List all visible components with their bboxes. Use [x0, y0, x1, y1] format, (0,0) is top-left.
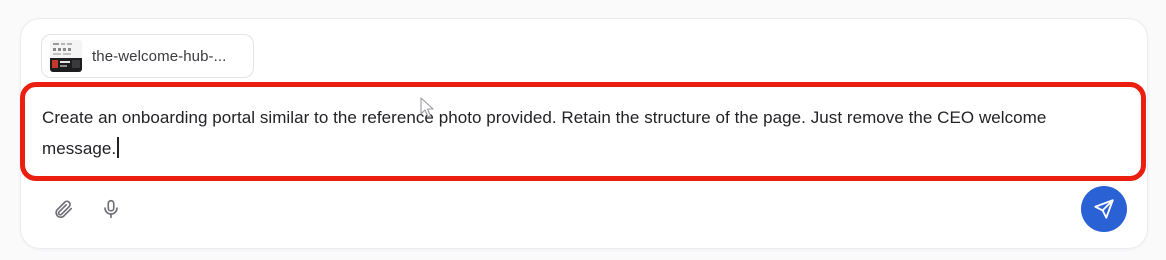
send-icon	[1094, 199, 1114, 219]
attachment-filename: the-welcome-hub-...	[92, 47, 227, 65]
attachment-thumbnail	[50, 40, 82, 72]
microphone-button[interactable]	[98, 196, 124, 222]
attach-button[interactable]	[50, 196, 76, 222]
send-button[interactable]	[1081, 186, 1127, 232]
microphone-icon	[104, 199, 118, 219]
prompt-text: Create an onboarding portal similar to t…	[42, 108, 1047, 158]
text-caret	[117, 137, 119, 158]
paperclip-icon	[55, 200, 73, 219]
mouse-pointer-icon	[420, 97, 434, 118]
attachment-chip[interactable]: the-welcome-hub-...	[41, 34, 254, 78]
prompt-input[interactable]: Create an onboarding portal similar to t…	[42, 102, 1102, 164]
